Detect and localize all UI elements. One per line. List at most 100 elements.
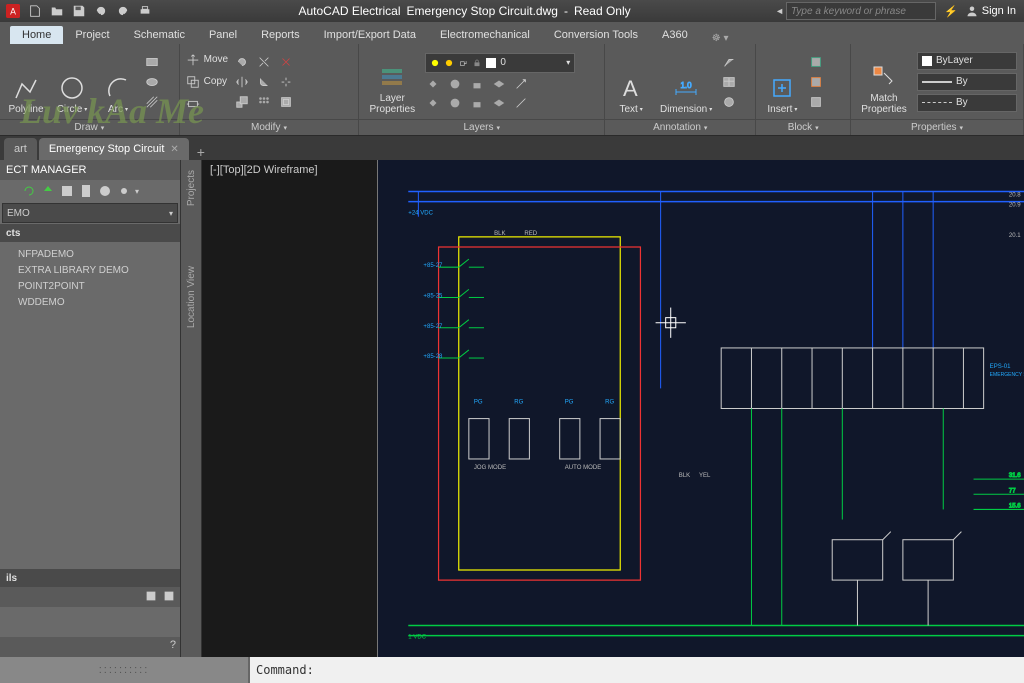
close-tab-icon[interactable]: ✕: [170, 144, 178, 155]
rotate-icon[interactable]: [234, 54, 250, 70]
pm-save-icon[interactable]: [59, 183, 75, 199]
redo-icon[interactable]: [114, 2, 132, 20]
pm-foot-icon-2[interactable]: [162, 589, 176, 603]
color-dropdown[interactable]: ByLayer: [917, 52, 1017, 70]
command-prompt[interactable]: Command:: [250, 663, 314, 677]
tab-project[interactable]: Project: [63, 26, 121, 44]
pm-refresh-icon[interactable]: [21, 183, 37, 199]
erase-icon[interactable]: [278, 54, 294, 70]
text-button[interactable]: A Text: [611, 48, 651, 115]
app-menu-icon[interactable]: A: [4, 2, 22, 20]
layer-properties-button[interactable]: Layer Properties: [365, 48, 419, 115]
edit-attr-icon[interactable]: [808, 94, 824, 110]
pm-section-projects[interactable]: cts: [0, 224, 180, 242]
new-tab-button[interactable]: +: [191, 144, 211, 160]
project-manager-panel: ECT MANAGER ▾ EMO▾ cts NFPADEMO EXTRA LI…: [0, 160, 180, 657]
layer-off-icon[interactable]: [425, 76, 441, 92]
copy-button[interactable]: Copy: [186, 72, 228, 92]
hatch-icon[interactable]: [144, 94, 160, 110]
pm-item-wddemo[interactable]: WDDEMO: [0, 294, 180, 310]
file-tab-0[interactable]: art: [4, 138, 37, 160]
tab-home[interactable]: Home: [10, 26, 63, 44]
arc-button[interactable]: Arc: [98, 48, 138, 115]
layer-match-icon[interactable]: [513, 76, 529, 92]
side-tab-location[interactable]: Location View: [186, 266, 197, 328]
ellipse-icon[interactable]: [144, 74, 160, 90]
ribbon: Polyline Circle Arc Draw Move Copy: [0, 44, 1024, 136]
tab-import-export[interactable]: Import/Export Data: [312, 26, 428, 44]
array-icon[interactable]: [256, 94, 272, 110]
circle-button[interactable]: Circle: [52, 48, 92, 115]
new-icon[interactable]: [26, 2, 44, 20]
leader-icon[interactable]: [721, 54, 737, 70]
trim-icon[interactable]: [256, 54, 272, 70]
layer-unlock-icon[interactable]: [469, 95, 485, 111]
insert-button[interactable]: Insert: [762, 48, 802, 115]
rect-icon[interactable]: [144, 54, 160, 70]
side-tab-projects[interactable]: Projects: [186, 170, 197, 206]
move-button[interactable]: Move: [186, 50, 228, 70]
polyline-button[interactable]: Polyline: [6, 48, 46, 115]
table-icon[interactable]: [721, 74, 737, 90]
drawing-viewport[interactable]: +24 VDC 20.8 20.9 1 VDC BLK RED: [377, 160, 1024, 657]
edit-block-icon[interactable]: [808, 74, 824, 90]
mirror-icon[interactable]: [234, 74, 250, 90]
svg-text:AUTO MODE: AUTO MODE: [565, 465, 602, 471]
layer-lock-icon[interactable]: [469, 76, 485, 92]
svg-text:1 VDC: 1 VDC: [408, 635, 426, 641]
print-icon[interactable]: [136, 2, 154, 20]
stretch-button[interactable]: [186, 94, 228, 114]
pm-item-p2p[interactable]: POINT2POINT: [0, 278, 180, 294]
viewport-label[interactable]: [-][Top][2D Wireframe]: [210, 164, 318, 176]
layer-uniso-icon[interactable]: [491, 95, 507, 111]
polyline-label: Polyline: [8, 104, 43, 115]
create-block-icon[interactable]: [808, 54, 824, 70]
annotation-extra-icon[interactable]: [721, 94, 737, 110]
pm-item-nfpademo[interactable]: NFPADEMO: [0, 246, 180, 262]
pm-publish-icon[interactable]: [97, 183, 113, 199]
tab-panel[interactable]: Panel: [197, 26, 249, 44]
dimension-button[interactable]: 1.0 Dimension: [657, 48, 715, 115]
tab-electromechanical[interactable]: Electromechanical: [428, 26, 542, 44]
pm-up-icon[interactable]: [40, 183, 56, 199]
linetype-dropdown[interactable]: By: [917, 94, 1017, 112]
explode-icon[interactable]: [278, 74, 294, 90]
undo-icon[interactable]: [92, 2, 110, 20]
pm-project-dropdown[interactable]: EMO▾: [2, 203, 178, 223]
canvas-wrap: [-][Top][2D Wireframe] +24 VDC 20.8 20.9…: [202, 160, 1024, 657]
scale-icon[interactable]: [234, 94, 250, 110]
tab-reports[interactable]: Reports: [249, 26, 312, 44]
pm-section-ils[interactable]: ils: [0, 569, 180, 587]
tab-schematic[interactable]: Schematic: [122, 26, 197, 44]
layer-freeze-icon[interactable]: [447, 76, 463, 92]
ribbon-launcher-icon[interactable]: ☸ ▾: [712, 33, 729, 44]
command-handle[interactable]: ::::::::::: [0, 657, 250, 683]
pm-foot-icon-1[interactable]: [144, 589, 158, 603]
save-icon[interactable]: [70, 2, 88, 20]
open-icon[interactable]: [48, 2, 66, 20]
infocenter-icon[interactable]: ⚡: [944, 5, 958, 18]
layer-iso-icon[interactable]: [491, 76, 507, 92]
help-search-input[interactable]: Type a keyword or phrase: [786, 2, 936, 20]
layer-dropdown[interactable]: 0 ▾: [425, 53, 575, 73]
svg-text:RG: RG: [605, 399, 614, 405]
pm-settings-icon[interactable]: [116, 183, 132, 199]
pm-question-icon[interactable]: ?: [170, 639, 176, 655]
signin-button[interactable]: Sign In: [966, 5, 1016, 17]
lineweight-dropdown[interactable]: By: [917, 73, 1017, 91]
tab-a360[interactable]: A360: [650, 26, 700, 44]
tab-conversion[interactable]: Conversion Tools: [542, 26, 650, 44]
pm-item-extralib[interactable]: EXTRA LIBRARY DEMO: [0, 262, 180, 278]
pm-toolbar: ▾: [0, 180, 180, 202]
window-title: AutoCAD Electrical Emergency Stop Circui…: [298, 4, 630, 18]
layerprop-label: Layer Properties: [370, 93, 416, 115]
pm-new-icon[interactable]: [2, 183, 18, 199]
offset-icon[interactable]: [278, 94, 294, 110]
layer-on-icon[interactable]: [425, 95, 441, 111]
pm-report-icon[interactable]: [78, 183, 94, 199]
file-tab-active[interactable]: Emergency Stop Circuit ✕: [39, 138, 189, 160]
layer-thaw-icon[interactable]: [447, 95, 463, 111]
layer-prev-icon[interactable]: [513, 95, 529, 111]
match-properties-button[interactable]: Match Properties: [857, 48, 911, 115]
fillet-icon[interactable]: [256, 74, 272, 90]
